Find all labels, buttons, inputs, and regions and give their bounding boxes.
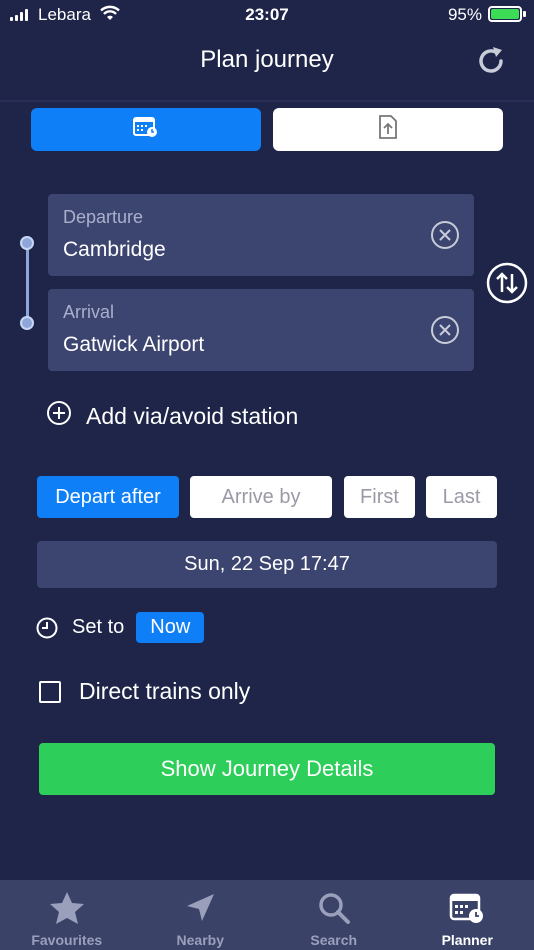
search-icon — [314, 888, 354, 928]
swap-stations-icon[interactable] — [486, 262, 528, 304]
tab-nearby[interactable]: Nearby — [134, 880, 268, 950]
departure-label: Departure — [63, 207, 144, 227]
clear-arrival-icon[interactable] — [430, 315, 460, 345]
planner-mode-tab[interactable] — [31, 108, 261, 151]
last-button[interactable]: Last — [426, 476, 497, 518]
departure-dot — [20, 236, 34, 250]
calendar-clock-icon — [132, 115, 160, 144]
location-arrow-icon — [180, 888, 220, 928]
clear-departure-icon[interactable] — [430, 220, 460, 250]
departure-field[interactable]: Departure Cambridge — [48, 194, 474, 276]
upload-document-icon — [377, 114, 399, 145]
direct-trains-row[interactable]: Direct trains only — [39, 678, 250, 705]
upload-mode-tab[interactable] — [273, 108, 503, 151]
add-via-button[interactable]: Add via/avoid station — [46, 400, 298, 432]
departure-value[interactable]: Cambridge — [63, 238, 166, 262]
add-via-label: Add via/avoid station — [86, 402, 299, 429]
arrival-value[interactable]: Gatwick Airport — [63, 333, 204, 357]
arrival-dot — [20, 316, 34, 330]
arrival-field[interactable]: Arrival Gatwick Airport — [48, 289, 474, 371]
tab-search[interactable]: Search — [267, 880, 401, 950]
page-title: Plan journey — [200, 46, 334, 73]
arrival-label: Arrival — [63, 302, 115, 322]
tab-favourites[interactable]: Favourites — [0, 880, 134, 950]
tab-planner-label: Planner — [441, 932, 493, 948]
show-journey-details-button[interactable]: Show Journey Details — [39, 743, 495, 795]
add-circle-icon — [46, 400, 72, 432]
set-to-row: Set to Now — [36, 612, 205, 643]
planner-icon — [447, 888, 487, 928]
tab-favourites-label: Favourites — [31, 932, 103, 948]
direct-trains-checkbox[interactable] — [39, 680, 61, 703]
header-divider — [0, 100, 534, 102]
status-bar: Lebara 23:07 95% — [0, 0, 534, 30]
route-connector — [26, 243, 29, 323]
refresh-icon[interactable] — [474, 44, 508, 78]
clock-icon — [36, 617, 58, 639]
tab-search-label: Search — [310, 932, 358, 948]
tab-planner[interactable]: Planner — [401, 880, 534, 950]
depart-after-button[interactable]: Depart after — [37, 476, 179, 518]
tab-bar: Favourites Nearby Search Planner — [0, 880, 534, 950]
battery-percent: 95% — [447, 5, 482, 24]
datetime-picker[interactable]: Sun, 22 Sep 17:47 — [37, 541, 497, 588]
star-icon — [47, 888, 87, 928]
set-to-label: Set to — [72, 616, 125, 638]
battery-icon — [488, 6, 522, 22]
tab-nearby-label: Nearby — [176, 932, 224, 948]
arrive-by-button[interactable]: Arrive by — [190, 476, 332, 518]
battery-nub — [523, 11, 526, 17]
now-button[interactable]: Now — [136, 612, 205, 643]
first-button[interactable]: First — [344, 476, 415, 518]
direct-trains-label: Direct trains only — [79, 678, 251, 704]
